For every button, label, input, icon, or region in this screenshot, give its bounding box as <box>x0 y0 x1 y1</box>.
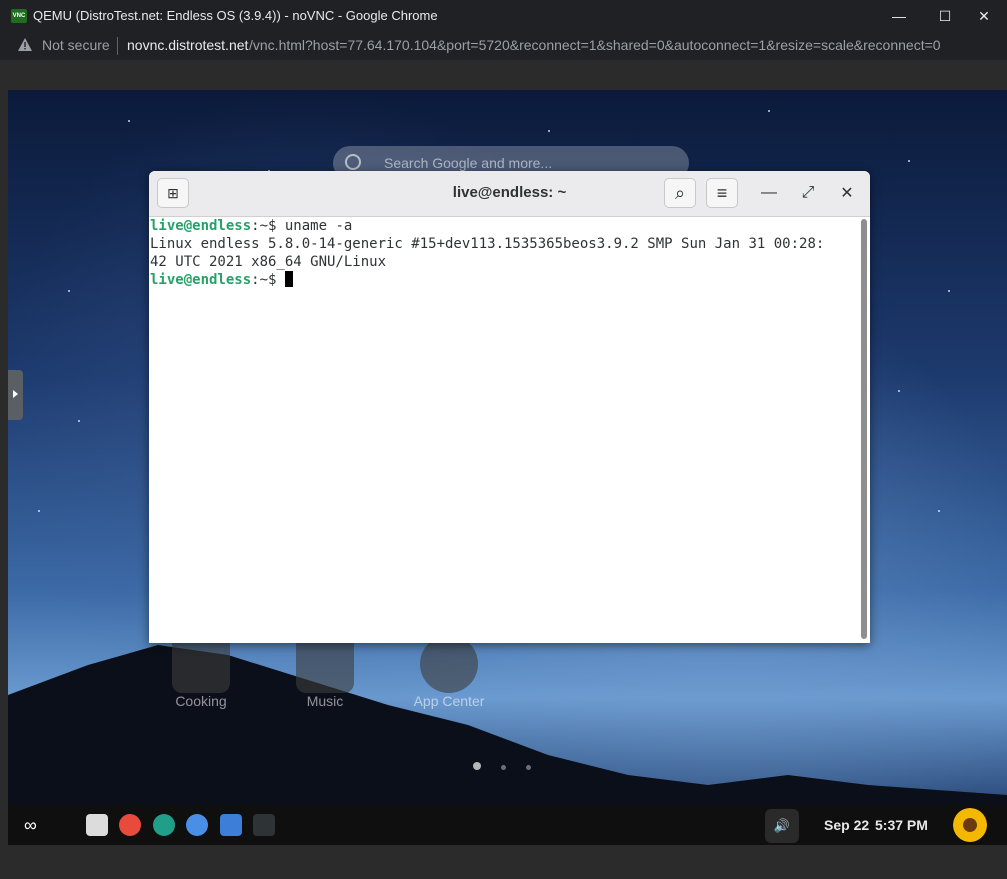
vnc-frame-left <box>0 90 8 845</box>
vnc-frame-top <box>0 60 1007 90</box>
warning-icon <box>18 38 32 54</box>
app-music[interactable]: Music <box>285 635 365 709</box>
docs-icon[interactable] <box>220 814 242 836</box>
address-divider <box>117 37 118 55</box>
chromium-icon[interactable] <box>186 814 208 836</box>
vnc-control-bar-handle[interactable] <box>8 370 23 420</box>
browser-titlebar: VNC QEMU (DistroTest.net: Endless OS (3.… <box>0 0 1007 32</box>
terminal-maximize-button[interactable]: ⤢ <box>794 179 822 207</box>
search-placeholder: Search Google and more... <box>384 155 553 171</box>
scrollbar[interactable] <box>861 219 867 639</box>
maps-icon[interactable] <box>153 814 175 836</box>
mountain-silhouette <box>8 645 1007 805</box>
prompt-user: live@endless <box>150 218 252 234</box>
app-center-icon <box>420 635 478 693</box>
prompt-user: live@endless <box>150 272 252 288</box>
window-title: QEMU (DistroTest.net: Endless OS (3.9.4)… <box>33 8 438 23</box>
app-label: Cooking <box>175 693 227 709</box>
output-line: 42 UTC 2021 x86_64 GNU/Linux <box>150 254 387 270</box>
current-prompt-line: live@endless:~$ <box>149 271 859 289</box>
url-path[interactable]: /vnc.html?host=77.64.170.104&port=5720&r… <box>249 37 941 53</box>
minimize-button[interactable]: — <box>876 0 922 32</box>
vnc-frame-bottom <box>0 845 1007 879</box>
search-button[interactable]: ⌕ <box>664 178 696 208</box>
address-bar[interactable]: Not secure novnc.distrotest.net /vnc.htm… <box>0 32 1007 60</box>
command-line: live@endless:~$ uname -a <box>149 217 859 235</box>
cooking-icon <box>172 635 230 693</box>
menu-button[interactable]: ≡ <box>706 178 738 208</box>
vnc-favicon-icon: VNC <box>11 9 27 23</box>
app-label: App Center <box>413 693 485 709</box>
page-indicator <box>473 757 551 775</box>
app-app-center[interactable]: App Center <box>409 635 489 709</box>
terminal-headerbar: ⊞ live@endless: ~ ⌕ ≡ — ⤢ ✕ <box>149 171 870 217</box>
terminal-content[interactable]: live@endless:~$ uname -a Linux endless 5… <box>149 217 859 643</box>
user-menu-icon[interactable] <box>953 808 987 842</box>
text-cursor <box>284 271 293 287</box>
volume-icon[interactable]: 🔊 <box>765 809 799 843</box>
add-app-icon[interactable] <box>119 814 141 836</box>
output-line: Linux endless 5.8.0-14-generic #15+dev11… <box>150 236 825 252</box>
taskbar-date[interactable]: Sep 22 <box>824 817 869 833</box>
url-host[interactable]: novnc.distrotest.net <box>127 37 248 53</box>
terminal-window: ⊞ live@endless: ~ ⌕ ≡ — ⤢ ✕ live@endless… <box>149 171 870 643</box>
page-dot[interactable] <box>501 765 506 770</box>
terminal-icon[interactable] <box>253 814 275 836</box>
music-icon <box>296 635 354 693</box>
files-icon[interactable] <box>86 814 108 836</box>
close-button[interactable]: ✕ <box>961 0 1007 32</box>
security-label[interactable]: Not secure <box>42 37 110 53</box>
app-cooking[interactable]: Cooking <box>161 635 241 709</box>
terminal-minimize-button[interactable]: — <box>755 179 783 207</box>
search-icon <box>345 154 361 170</box>
prompt-suffix: :~$ <box>251 218 285 234</box>
page-dot[interactable] <box>473 762 481 770</box>
prompt-suffix: :~$ <box>251 272 285 288</box>
app-label: Music <box>306 693 344 709</box>
page-dot[interactable] <box>526 765 531 770</box>
endless-logo-icon[interactable]: ∞ <box>24 816 54 834</box>
terminal-close-button[interactable]: ✕ <box>833 179 861 207</box>
taskbar-time[interactable]: 5:37 PM <box>875 817 928 833</box>
command-text: uname -a <box>284 218 353 234</box>
taskbar: ∞ 🔊 Sep 22 5:37 PM <box>8 805 1007 845</box>
